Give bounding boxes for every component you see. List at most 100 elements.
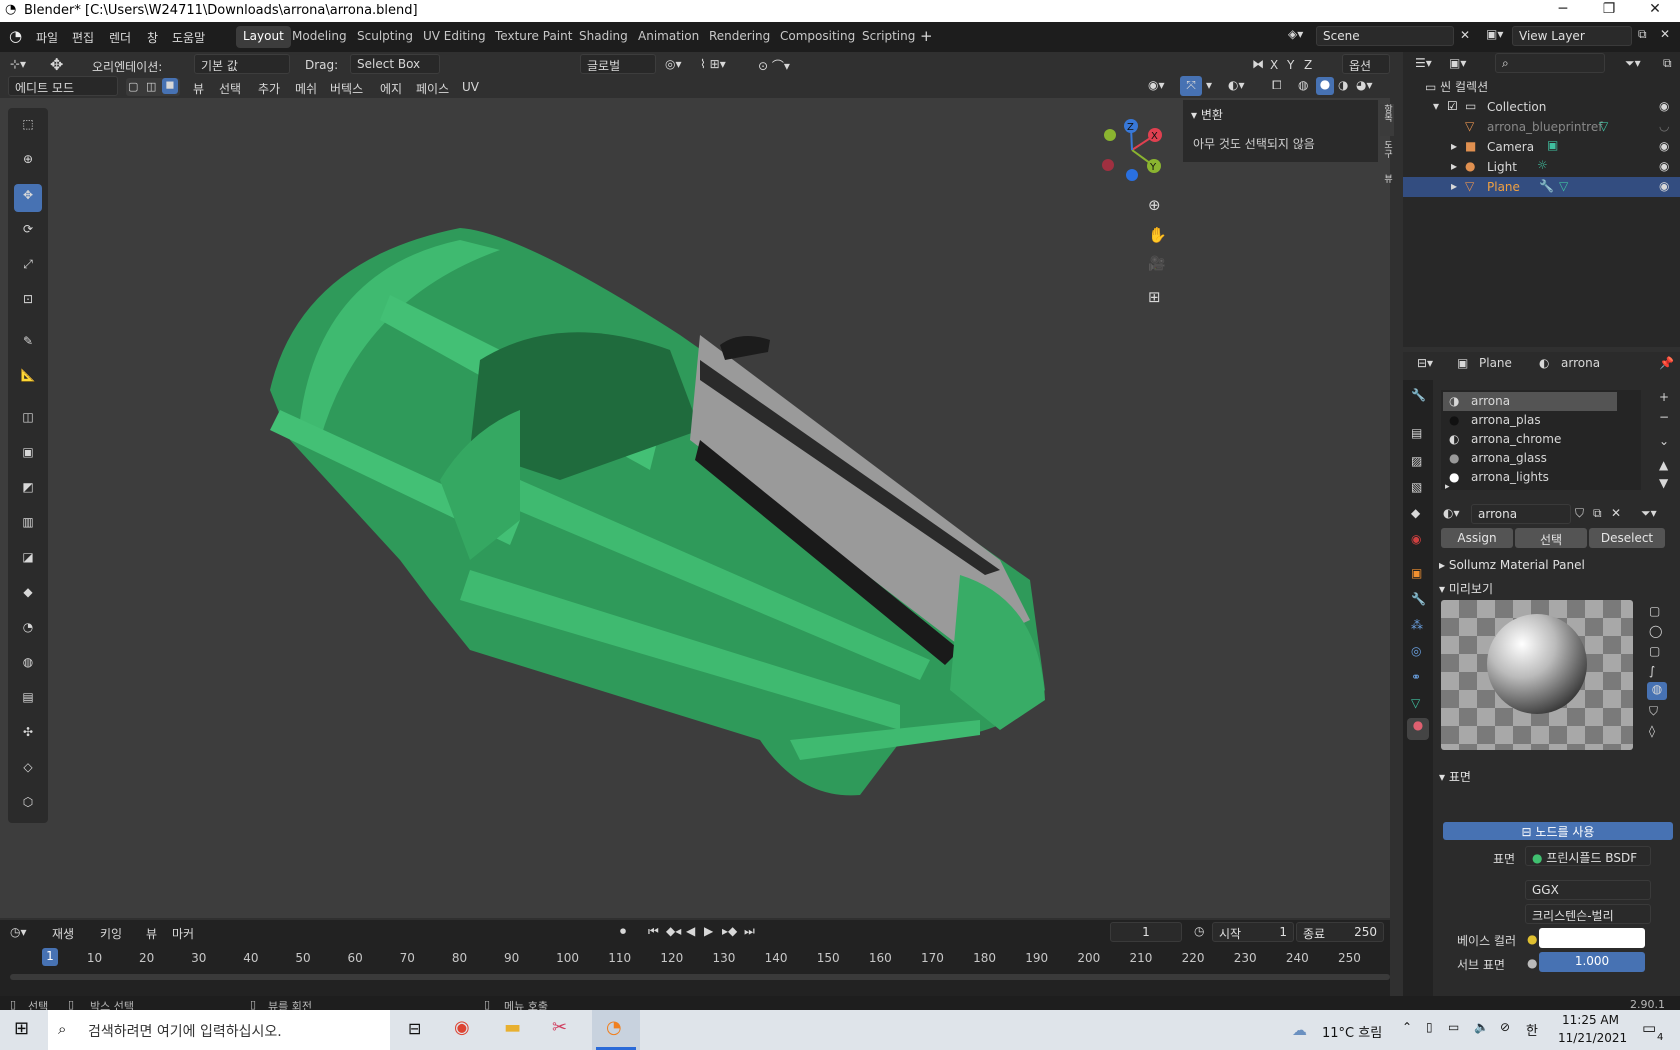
mirror-x-toggle[interactable]: X <box>1270 58 1278 72</box>
material-slot-arrona[interactable]: ◑ arrona <box>1443 392 1617 411</box>
menu-mesh[interactable]: 메쉬 <box>295 80 317 97</box>
world-tab-icon[interactable]: ◉ <box>1411 532 1421 546</box>
tab-view[interactable]: 뷰 <box>1380 174 1394 194</box>
clock-time[interactable]: 11:25 AM <box>1562 1013 1619 1027</box>
menu-select[interactable]: 선택 <box>219 80 241 97</box>
tray-chevron-icon[interactable]: ⌃ <box>1402 1020 1412 1034</box>
clock-date[interactable]: 11/21/2021 <box>1558 1031 1627 1045</box>
view-layer-tab-icon[interactable]: ▧ <box>1411 480 1422 494</box>
chrome-icon[interactable]: ◉ <box>454 1017 470 1038</box>
material-tab-icon[interactable]: ● <box>1407 718 1429 740</box>
menu-add[interactable]: 추가 <box>258 80 280 97</box>
output-tab-icon[interactable]: ▨ <box>1411 454 1422 468</box>
add-workspace-icon[interactable]: + <box>920 27 933 45</box>
current-frame-field[interactable]: 1 <box>1110 922 1182 942</box>
meet-now-icon[interactable]: ▯ <box>1426 1020 1433 1034</box>
menu-timeline-view[interactable]: 뷰 <box>146 925 157 942</box>
tab-layout[interactable]: Layout <box>236 26 291 48</box>
move-slot-down-icon[interactable]: ▼ <box>1659 476 1668 490</box>
move-tool-icon[interactable]: ✥ <box>14 184 42 212</box>
jump-start-button[interactable]: ⏮ <box>648 924 659 939</box>
transform-gizmo-icon[interactable]: ✥ <box>50 55 63 74</box>
extrude-tool-icon[interactable]: ◫ <box>14 406 42 434</box>
options-dropdown[interactable]: 옵션 <box>1342 54 1390 74</box>
battery-icon[interactable]: ⊘ <box>1500 1020 1510 1034</box>
material-slot-lights[interactable]: ● arrona_lights <box>1441 468 1680 487</box>
object-tab-icon[interactable]: ▣ <box>1411 566 1422 580</box>
record-button[interactable]: ⏺ <box>620 924 626 939</box>
gizmo-dropdown-icon[interactable]: ▾ <box>1206 78 1212 92</box>
preview-cloth-icon[interactable]: ⛉ <box>1649 704 1658 719</box>
end-frame-field[interactable]: 종료 250 <box>1296 922 1384 942</box>
wireframe-shading-icon[interactable]: ◍ <box>1298 78 1308 92</box>
modifier-tab-icon[interactable]: 🔧 <box>1411 592 1426 606</box>
preview-hair-icon[interactable]: ∫ <box>1649 664 1655 678</box>
remove-slot-icon[interactable]: − <box>1659 410 1669 424</box>
outliner-item-camera[interactable]: ▸ ■ Camera ▣ ◉ <box>1403 137 1680 157</box>
cursor-tool-icon[interactable]: ⊕ <box>14 148 42 176</box>
scene-selector[interactable]: Scene <box>1316 26 1454 46</box>
tab-item[interactable]: 항목 <box>1380 104 1394 136</box>
xray-icon[interactable]: ⧠ <box>1272 78 1282 93</box>
weather-icon[interactable]: ☁ <box>1292 1021 1307 1039</box>
preview-fluid-icon[interactable]: ◊ <box>1649 724 1655 738</box>
file-explorer-icon[interactable]: ▬ <box>504 1017 521 1038</box>
snipping-tool-icon[interactable]: ✂ <box>552 1017 567 1038</box>
visibility-eye-icon[interactable]: ◉ <box>1659 159 1669 173</box>
slot-specials-icon[interactable]: ⌄ <box>1659 434 1669 448</box>
menu-render[interactable]: 렌더 <box>109 29 131 46</box>
subsurface-slider[interactable]: 1.000 <box>1539 952 1645 972</box>
outliner-item-plane[interactable]: ▸ ▽ Plane 🔧 ▽ ◉ <box>1403 177 1680 197</box>
mirror-z-toggle[interactable]: Z <box>1304 58 1312 72</box>
browse-material-icon[interactable]: ◐▾ <box>1443 506 1460 520</box>
ime-indicator[interactable]: 한 <box>1526 1020 1538 1039</box>
subsurface-method-dropdown[interactable]: 크리스텐슨-벌리 <box>1525 904 1651 924</box>
start-frame-field[interactable]: 시작 1 <box>1212 922 1294 942</box>
annotate-tool-icon[interactable]: ✎ <box>14 330 42 358</box>
view-layer-selector[interactable]: View Layer <box>1512 26 1632 46</box>
poly-build-tool-icon[interactable]: ◆ <box>14 581 42 609</box>
transform-panel-title[interactable]: ▾ 변환 <box>1191 106 1223 123</box>
tab-scripting[interactable]: Scripting <box>855 26 922 48</box>
next-keyframe-button[interactable]: ▸◆ <box>722 924 737 938</box>
tab-uv-editing[interactable]: UV Editing <box>416 26 493 48</box>
prev-keyframe-button[interactable]: ◆◂ <box>666 924 681 938</box>
preview-sphere-icon[interactable]: ◯ <box>1649 624 1662 638</box>
preview-cube-icon[interactable]: ▢ <box>1649 644 1660 658</box>
close-button[interactable]: ✕ <box>1632 1 1678 17</box>
material-slots-list[interactable]: ◑ arrona ● arrona_plas ◐ arrona_chrome ● arr… <box>1441 390 1641 490</box>
visibility-eye-icon[interactable]: ◉ <box>1659 139 1669 153</box>
fake-user-icon[interactable]: ⛉ <box>1575 506 1584 521</box>
material-slot-chrome[interactable]: ◐ arrona_chrome <box>1441 430 1680 449</box>
rip-tool-icon[interactable]: ⬡ <box>14 791 42 819</box>
inset-tool-icon[interactable]: ▣ <box>14 441 42 469</box>
orientation-dropdown[interactable]: 기본 값 <box>194 54 290 74</box>
add-slot-icon[interactable]: + <box>1659 390 1669 404</box>
surface-panel-header[interactable]: ▾ 표면 <box>1439 768 1471 785</box>
navigation-gizmo[interactable]: X Y Z <box>1090 115 1180 190</box>
tab-shading[interactable]: Shading <box>572 26 635 48</box>
3d-viewport[interactable] <box>0 98 1390 918</box>
car-mesh[interactable] <box>0 98 1390 918</box>
bevel-tool-icon[interactable]: ◩ <box>14 476 42 504</box>
gizmo-toggle-icon[interactable]: ⤧ <box>1180 76 1202 96</box>
assign-button[interactable]: Assign <box>1441 528 1513 548</box>
preview-range-icon[interactable]: ◷ <box>1194 924 1204 938</box>
expand-arrow-icon[interactable]: ▸ <box>1451 179 1457 193</box>
maximize-button[interactable]: ❐ <box>1586 1 1632 17</box>
proportional-edit-icon[interactable]: ⊙ ⌒▾ <box>758 57 790 74</box>
material-slot-plas[interactable]: ● arrona_plas <box>1441 411 1680 430</box>
minimize-button[interactable]: ─ <box>1540 1 1586 17</box>
volume-icon[interactable]: 🔈 <box>1474 1020 1489 1034</box>
distribution-dropdown[interactable]: GGX <box>1525 880 1651 900</box>
outliner-search-input[interactable]: ⌕ <box>1495 53 1605 73</box>
blender-menu-icon[interactable]: ◔ <box>9 27 22 45</box>
edge-select-icon[interactable]: ◫ <box>146 80 156 93</box>
menu-uv[interactable]: UV <box>462 80 479 94</box>
tab-animation[interactable]: Animation <box>631 26 706 48</box>
mirror-icon[interactable]: ⧓ <box>1252 57 1264 71</box>
outliner-editor-icon[interactable]: ☰▾ <box>1415 56 1432 70</box>
spin-tool-icon[interactable]: ◔ <box>14 616 42 644</box>
scale-tool-icon[interactable]: ⤢ <box>14 253 42 281</box>
snap-icon[interactable]: ⌇ ⊞▾ <box>700 57 726 71</box>
